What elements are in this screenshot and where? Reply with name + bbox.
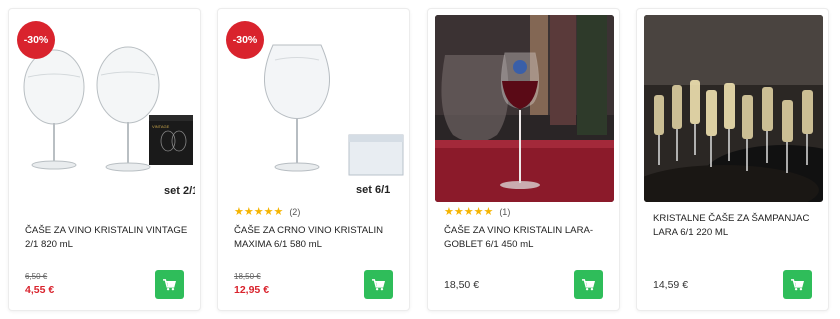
title-line-2[interactable]: LARA 6/1 220 ML bbox=[653, 227, 728, 238]
product-grid: VINTAGE set 2/1 -30% ČAŠE ZA VINO KRISTA… bbox=[0, 0, 840, 319]
title-line-1[interactable]: ČAŠE ZA CRNO VINO KRISTALIN bbox=[234, 225, 383, 236]
cart-icon bbox=[582, 278, 595, 290]
old-price: 6,50 € bbox=[25, 272, 48, 281]
title-line-1[interactable]: ČAŠE ZA VINO KRISTALIN VINTAGE bbox=[25, 225, 187, 236]
rating: ★★★★★ (2) bbox=[234, 206, 300, 218]
champagne-glasses-photo bbox=[644, 15, 823, 202]
price: 18,50 € bbox=[444, 279, 480, 291]
wine-glass-photo bbox=[435, 15, 614, 202]
add-to-cart-button[interactable] bbox=[574, 270, 603, 299]
title-line-2[interactable]: GOBLET 6/1 450 mL bbox=[444, 239, 533, 250]
title-line-2[interactable]: 2/1 820 mL bbox=[25, 239, 73, 250]
add-to-cart-button[interactable] bbox=[783, 270, 812, 299]
title-line-2[interactable]: MAXIMA 6/1 580 mL bbox=[234, 239, 322, 250]
rating: ★★★★★ (1) bbox=[444, 206, 510, 218]
rating-count: (2) bbox=[289, 207, 301, 217]
star-icons: ★★★★★ bbox=[444, 206, 494, 218]
title-line-1[interactable]: ČAŠE ZA VINO KRISTALIN LARA- bbox=[444, 225, 593, 236]
product-image[interactable] bbox=[435, 15, 614, 202]
cart-icon bbox=[791, 278, 804, 290]
product-title[interactable]: ČAŠE ZA VINO KRISTALIN LARA- GOBLET 6/1 … bbox=[444, 224, 609, 252]
box-brand-text: VINTAGE bbox=[152, 124, 170, 129]
product-title[interactable]: KRISTALNE ČAŠE ZA ŠAMPANJAC LARA 6/1 220… bbox=[653, 212, 818, 240]
product-image[interactable] bbox=[644, 15, 823, 202]
discount-badge: -30% bbox=[17, 21, 55, 59]
cart-icon bbox=[372, 278, 385, 290]
sale-price: 12,95 € bbox=[234, 284, 270, 296]
product-card[interactable]: KRISTALNE ČAŠE ZA ŠAMPANJAC LARA 6/1 220… bbox=[636, 8, 829, 311]
set-label: set 6/1 bbox=[356, 184, 390, 196]
title-line-1[interactable]: KRISTALNE ČAŠE ZA ŠAMPANJAC bbox=[653, 213, 809, 224]
old-price: 18,50 € bbox=[234, 272, 261, 281]
set-label: set 2/1 bbox=[164, 185, 195, 197]
product-title[interactable]: ČAŠE ZA CRNO VINO KRISTALIN MAXIMA 6/1 5… bbox=[234, 224, 399, 252]
product-card[interactable]: ★★★★★ (1) ČAŠE ZA VINO KRISTALIN LARA- G… bbox=[427, 8, 620, 311]
product-title[interactable]: ČAŠE ZA VINO KRISTALIN VINTAGE 2/1 820 m… bbox=[25, 224, 190, 252]
sale-price: 4,55 € bbox=[25, 284, 55, 296]
star-icons: ★★★★★ bbox=[234, 206, 284, 218]
rating-count: (1) bbox=[499, 207, 511, 217]
add-to-cart-button[interactable] bbox=[364, 270, 393, 299]
cart-icon bbox=[163, 278, 176, 290]
add-to-cart-button[interactable] bbox=[155, 270, 184, 299]
discount-badge: -30% bbox=[226, 21, 264, 59]
product-card[interactable]: VINTAGE set 2/1 -30% ČAŠE ZA VINO KRISTA… bbox=[8, 8, 201, 311]
price: 14,59 € bbox=[653, 279, 689, 291]
product-card[interactable]: set 6/1 -30% ★★★★★ (2) ČAŠE ZA CRNO VINO… bbox=[217, 8, 410, 311]
